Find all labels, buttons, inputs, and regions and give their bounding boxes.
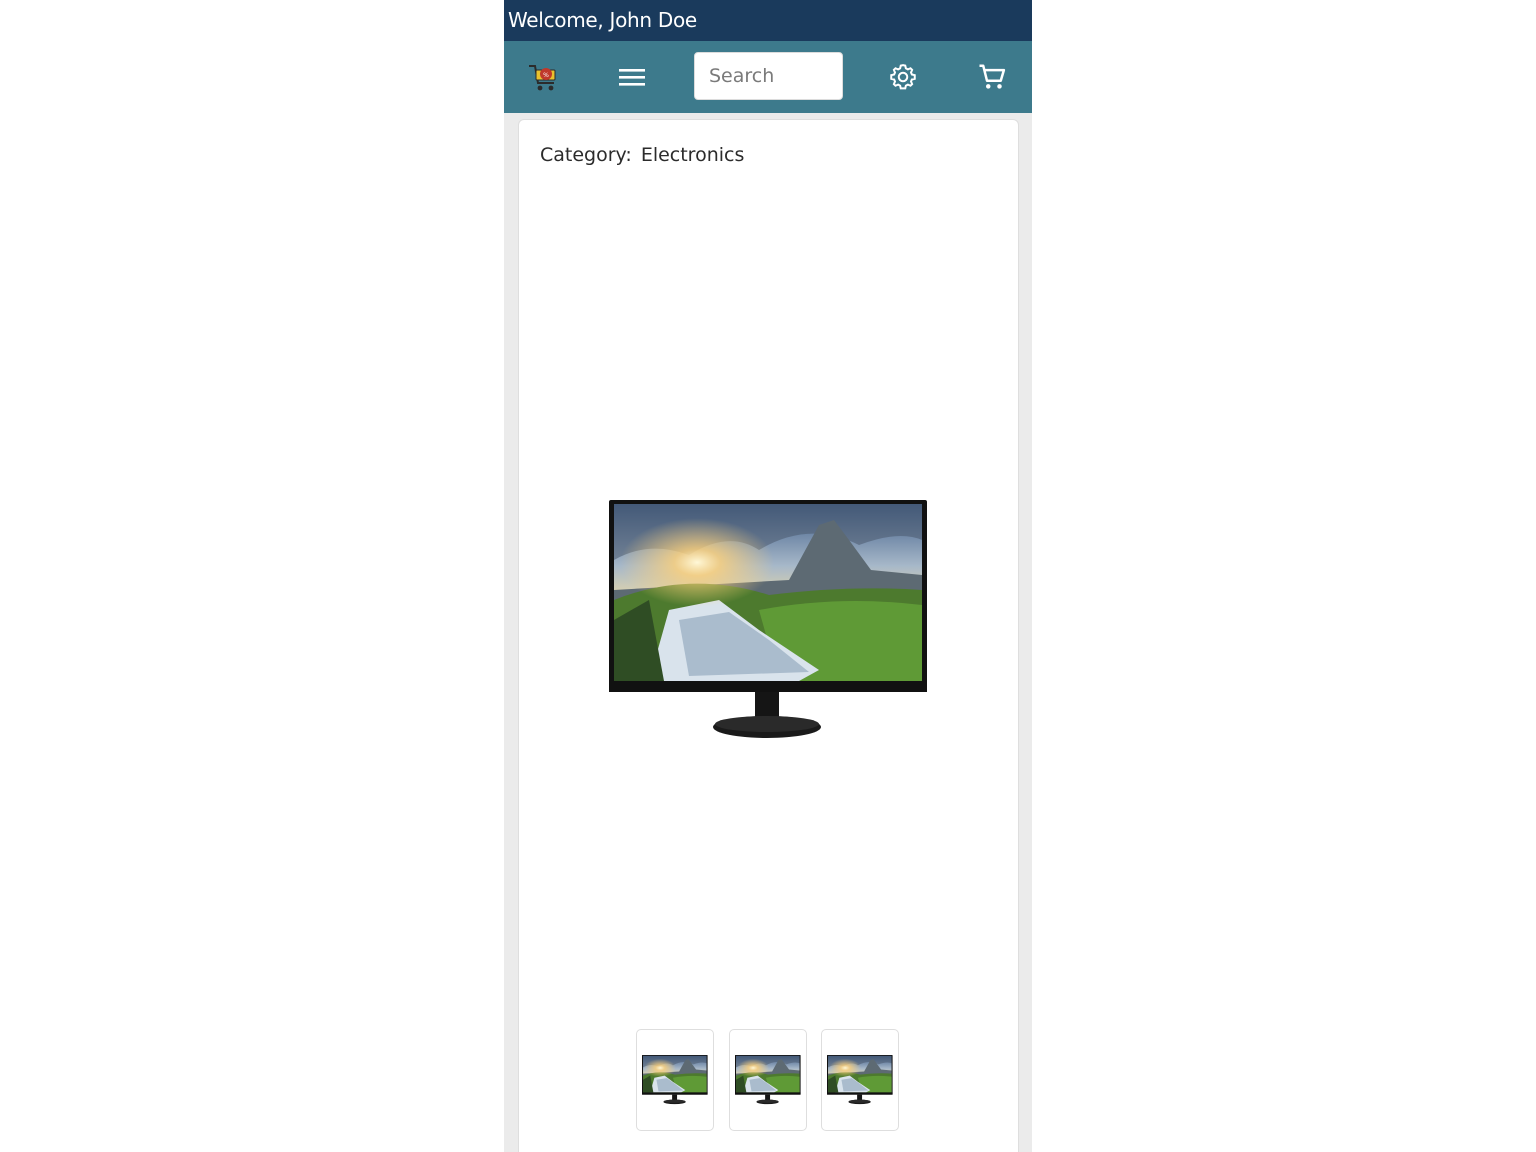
monitor-thumbnail-image <box>642 1055 708 1105</box>
category-label: Category: <box>540 144 632 166</box>
product-main-image <box>609 500 929 742</box>
store-logo-icon[interactable]: % <box>522 55 566 99</box>
product-card: Category: Electronics <box>518 119 1019 1152</box>
category-line: Category: Electronics <box>540 144 744 166</box>
product-thumbnail-1[interactable] <box>636 1029 714 1131</box>
top-nav-bar: % <box>504 41 1032 113</box>
svg-text:%: % <box>543 72 549 79</box>
product-thumbnail-2[interactable] <box>729 1029 807 1131</box>
welcome-bar: Welcome, John Doe <box>504 0 1032 41</box>
product-thumbnail-3[interactable] <box>821 1029 899 1131</box>
category-value: Electronics <box>640 144 745 166</box>
monitor-thumbnail-image <box>827 1055 893 1105</box>
cart-icon[interactable] <box>970 55 1014 99</box>
hamburger-menu-icon[interactable] <box>610 55 654 99</box>
monitor-thumbnail-image <box>735 1055 801 1105</box>
search-input[interactable] <box>694 52 843 100</box>
gear-icon[interactable] <box>881 55 925 99</box>
app-window: Welcome, John Doe % Search Category: Ele… <box>504 0 1032 1152</box>
welcome-text: Welcome, John Doe <box>508 8 697 32</box>
